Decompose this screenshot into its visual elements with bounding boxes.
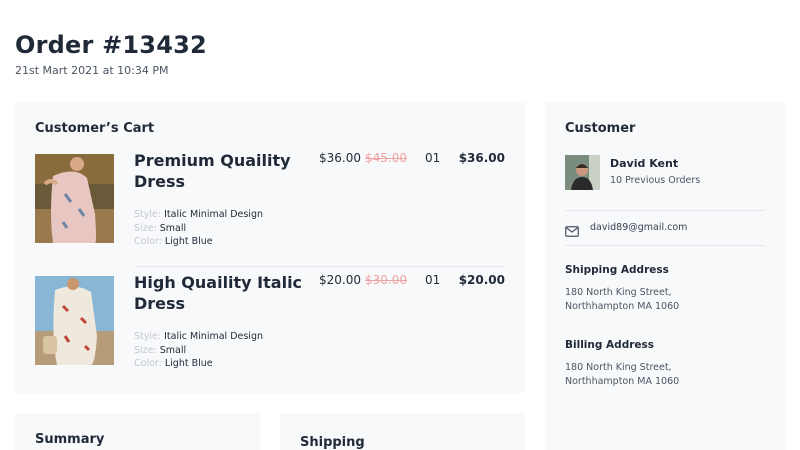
customer-divider bbox=[565, 245, 765, 246]
customer-name[interactable]: David Kent bbox=[610, 157, 678, 170]
product-total: $36.00 bbox=[458, 151, 505, 165]
style-label: Style: bbox=[134, 209, 162, 220]
shipping-address-line: Northhampton MA 1060 bbox=[565, 300, 680, 312]
size-label: Size: bbox=[134, 344, 157, 356]
customer-panel: Customer David Kent 10 Previous Orders d… bbox=[545, 102, 785, 450]
color-label: Color: bbox=[134, 358, 162, 369]
summary-heading: Summary bbox=[35, 432, 105, 447]
shipping-address: 180 North King Street, Northhampton MA 1… bbox=[565, 286, 679, 313]
cart-item: High Quaility Italic Dress $20.00 $30.00 … bbox=[35, 273, 505, 371]
product-quantity: 01 bbox=[425, 151, 441, 165]
product-price: $36.00 $45.00 bbox=[319, 151, 407, 165]
shipping-address-title: Shipping Address bbox=[565, 264, 669, 276]
old-price: $30.00 bbox=[365, 273, 407, 287]
billing-address: 180 North King Street, Northhampton MA 1… bbox=[565, 361, 679, 388]
shipping-panel: Shipping bbox=[280, 413, 525, 450]
mail-icon bbox=[565, 222, 579, 237]
avatar[interactable] bbox=[565, 155, 600, 190]
shipping-heading: Shipping bbox=[300, 435, 365, 450]
color-label: Color: bbox=[134, 236, 162, 247]
product-name[interactable]: High Quaility Italic Dress bbox=[134, 272, 309, 314]
billing-address-line: 180 North King Street, bbox=[565, 362, 672, 373]
size-value: Small bbox=[159, 222, 187, 234]
product-total: $20.00 bbox=[458, 273, 505, 287]
customer-email[interactable]: david89@gmail.com bbox=[590, 222, 687, 233]
billing-address-line: Northhampton MA 1060 bbox=[565, 375, 680, 387]
customer-cart-panel: Customer’s Cart Premium Quaility Dress $… bbox=[15, 102, 525, 393]
product-price: $20.00 $30.00 bbox=[319, 273, 407, 287]
page-title: Order #13432 bbox=[15, 31, 207, 59]
current-price: $36.00 bbox=[319, 151, 361, 165]
summary-panel: Summary bbox=[15, 413, 260, 450]
product-attributes: Style: Italic Minimal Design Size: Small… bbox=[134, 330, 263, 371]
style-value: Italic Minimal Design bbox=[164, 209, 263, 220]
style-value: Italic Minimal Design bbox=[164, 331, 263, 342]
cart-heading: Customer’s Cart bbox=[35, 121, 155, 136]
item-divider bbox=[134, 266, 505, 267]
product-name[interactable]: Premium Quaility Dress bbox=[134, 150, 309, 192]
product-attributes: Style: Italic Minimal Design Size: Small… bbox=[134, 208, 263, 249]
size-value: Small bbox=[159, 344, 187, 356]
color-value: Light Blue bbox=[164, 358, 213, 369]
cart-item: Premium Quaility Dress $36.00 $45.00 01 $… bbox=[35, 151, 505, 249]
color-value: Light Blue bbox=[164, 236, 213, 247]
old-price: $45.00 bbox=[365, 151, 407, 165]
product-image[interactable] bbox=[35, 154, 114, 243]
customer-divider bbox=[565, 210, 765, 211]
product-quantity: 01 bbox=[425, 273, 441, 287]
shipping-address-line: 180 North King Street, bbox=[565, 287, 672, 298]
style-label: Style: bbox=[134, 331, 162, 342]
size-label: Size: bbox=[134, 222, 157, 234]
billing-address-title: Billing Address bbox=[565, 339, 655, 351]
customer-heading: Customer bbox=[565, 121, 636, 136]
current-price: $20.00 bbox=[319, 273, 361, 287]
previous-orders[interactable]: 10 Previous Orders bbox=[610, 175, 700, 186]
product-image[interactable] bbox=[35, 276, 114, 365]
order-date: 21st Mart 2021 at 10:34 PM bbox=[15, 64, 169, 77]
